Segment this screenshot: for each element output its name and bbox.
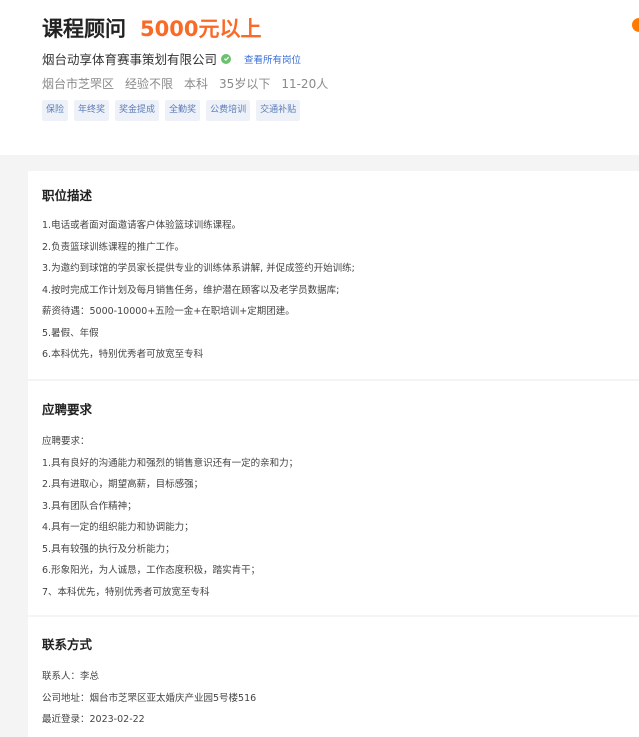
list-item: 5.具有较强的执行及分析能力； [42, 543, 175, 555]
benefit-tags: 保险 年终奖 奖金提成 全勤奖 公费培训 交通补贴 [42, 100, 306, 121]
benefit-tag: 全勤奖 [165, 100, 201, 121]
list-item: 7、本科优先，特别优秀者可放宽至专科 [42, 586, 210, 598]
contact-list: 联系人：李总 公司地址：烟台市芝罘区亚太婚庆产业园5号楼516 最近登录：202… [42, 666, 256, 731]
list-item: 5.暑假、年假 [42, 327, 99, 339]
last-login: 最近登录：2023-02-22 [42, 714, 145, 725]
requirements-section: 应聘要求 应聘要求： 1.具有良好的沟通能力和强烈的销售意识还有一定的亲和力； … [28, 381, 639, 615]
list-item: 2.负责篮球训练课程的推广工作。 [42, 241, 185, 253]
benefit-tag: 奖金提成 [115, 100, 160, 121]
meta-location: 烟台市芝罘区 [42, 77, 115, 91]
contact-person: 联系人：李总 [42, 671, 100, 682]
section-heading: 联系方式 [42, 637, 93, 652]
benefit-tag: 公费培训 [206, 100, 251, 121]
verified-check-icon [221, 53, 232, 64]
list-item: 3.为邀约到球馆的学员家长提供专业的训练体系讲解, 并促成签约开始训练; [42, 263, 355, 274]
meta-age: 35岁以下 [219, 77, 271, 91]
view-all-positions-link[interactable]: 查看所有岗位 [244, 52, 301, 66]
section-heading: 应聘要求 [42, 402, 93, 417]
requirements-list: 应聘要求： 1.具有良好的沟通能力和强烈的销售意识还有一定的亲和力； 2.具有进… [42, 431, 298, 603]
title-row: 课程顾问 5000元以上 [42, 13, 261, 43]
meta-experience: 经验不限 [125, 77, 174, 91]
benefit-tag: 交通补贴 [256, 100, 301, 121]
section-heading: 职位描述 [42, 188, 93, 203]
description-list: 1.电话或者面对面邀请客户体验篮球训练课程。 2.负责篮球训练课程的推广工作。 … [42, 215, 355, 366]
list-item: 6.形象阳光，为人诚恳，工作态度积极，踏实肯干； [42, 565, 261, 576]
salary: 5000元以上 [140, 17, 262, 41]
list-item: 6.本科优先，特别优秀者可放宽至专科 [42, 349, 204, 360]
company-row: 烟台动享体育赛事策划有限公司 查看所有岗位 [42, 49, 301, 68]
list-item: 4.按时完成工作计划及每月销售任务，维护潜在顾客以及老学员数据库; [42, 284, 340, 296]
benefit-tag: 年终奖 [74, 100, 110, 121]
list-item: 应聘要求： [42, 436, 90, 447]
job-description-section: 职位描述 1.电话或者面对面邀请客户体验篮球训练课程。 2.负责篮球训练课程的推… [28, 171, 639, 379]
list-item: 薪资待遇：5000-10000+五险一金+在职培训+定期团建。 [42, 306, 295, 317]
meta-company-size: 11-20人 [281, 77, 329, 91]
list-item: 2.具有进取心，期望高薪，目标感强； [42, 479, 204, 490]
company-address: 公司地址：烟台市芝罘区亚太婚庆产业园5号楼516 [42, 692, 257, 704]
job-header: 课程顾问 5000元以上 烟台动享体育赛事策划有限公司 查看所有岗位 烟台市芝罘… [0, 0, 639, 155]
list-item: 1.电话或者面对面邀请客户体验篮球训练课程。 [42, 220, 242, 231]
meta-education: 本科 [184, 77, 209, 91]
job-meta: 烟台市芝罘区 经验不限 本科 35岁以下 11-20人 [42, 75, 339, 92]
floating-action-icon[interactable] [632, 18, 639, 32]
contact-section: 联系方式 联系人：李总 公司地址：烟台市芝罘区亚太婚庆产业园5号楼516 最近登… [28, 617, 639, 737]
list-item: 1.具有良好的沟通能力和强烈的销售意识还有一定的亲和力； [42, 457, 299, 469]
job-title: 课程顾问 [42, 17, 126, 41]
company-name[interactable]: 烟台动享体育赛事策划有限公司 [42, 49, 217, 68]
list-item: 4.具有一定的组织能力和协调能力； [42, 522, 194, 533]
benefit-tag: 保险 [42, 100, 69, 121]
list-item: 3.具有团队合作精神； [42, 500, 137, 512]
